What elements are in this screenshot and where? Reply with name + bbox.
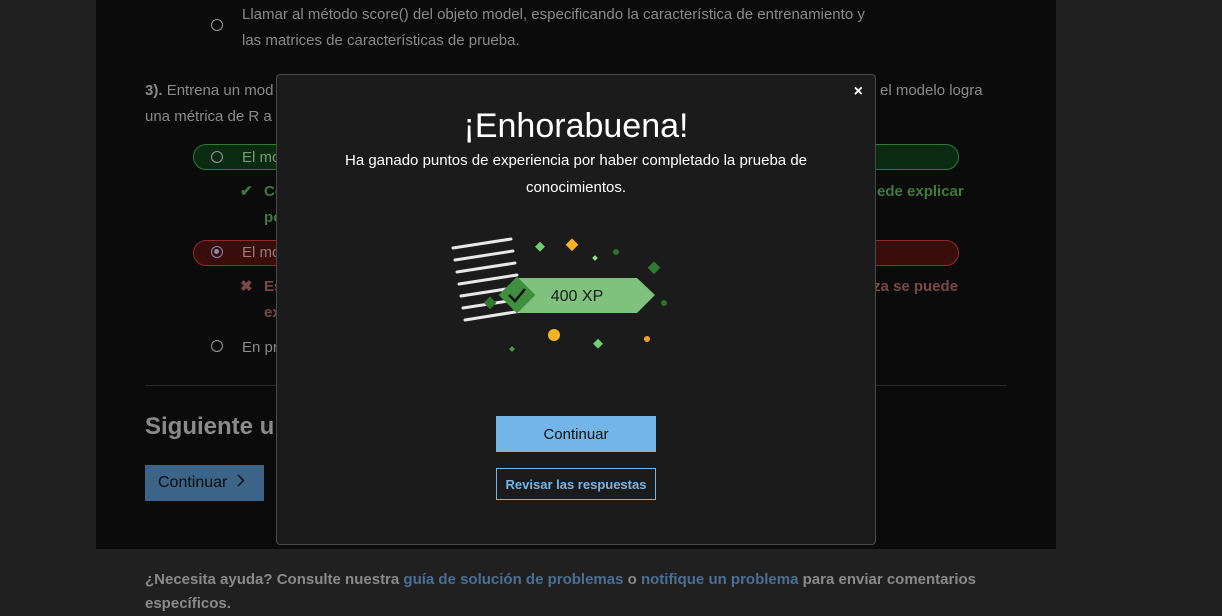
x-icon: ✖ (240, 278, 253, 295)
troubleshooting-link[interactable]: guía de solución de problemas (403, 571, 623, 588)
chevron-right-icon (237, 474, 245, 492)
q3-stem-line2: una métrica de R a (145, 108, 272, 125)
xp-label: 400 XP (551, 288, 603, 305)
next-unit-continue-button[interactable]: Continuar (145, 465, 264, 501)
q2-option-text-line2: las matrices de características de prueb… (242, 32, 520, 49)
help-footer: ¿Necesita ayuda? Consulte nuestra guía d… (145, 568, 1015, 616)
q3-stem-left: Entrena un mod (166, 82, 274, 99)
radio-option-q2[interactable] (211, 19, 223, 31)
footer-middle: o (623, 571, 641, 588)
xp-badge-illustration: 400 XP (451, 237, 667, 352)
continue-button[interactable]: Continuar (496, 416, 656, 452)
review-answers-button[interactable]: Revisar las respuestas (496, 468, 656, 500)
q3-stem: 3). Entrena un mod (145, 78, 273, 104)
radio-option-correct[interactable] (211, 151, 223, 163)
next-unit-continue-label: Continuar (158, 474, 228, 491)
option-correct-label: El mo (242, 149, 281, 166)
option-wrong-label: El mo (242, 244, 281, 261)
modal-subtitle: Ha ganado puntos de experiencia por habe… (345, 152, 807, 196)
option-last-label: En pr (242, 339, 278, 356)
feedback-wrong-right: za se puede (873, 278, 959, 295)
next-unit-title: Siguiente ur (145, 413, 284, 440)
radio-option-last[interactable] (211, 340, 223, 352)
check-icon: ✔ (240, 183, 253, 200)
congratulations-modal: × ¡Enhorabuena! Ha ganado puntos de expe… (276, 74, 876, 545)
close-icon[interactable]: × (854, 83, 863, 101)
modal-title: ¡Enhorabuena! (463, 107, 689, 145)
feedback-correct-right: ede explicar (877, 183, 964, 200)
q2-option-text-line1: Llamar al método score() del objeto mode… (242, 6, 865, 23)
q3-stem-right: el modelo logra (880, 82, 983, 99)
footer-prefix: ¿Necesita ayuda? Consulte nuestra (145, 571, 404, 588)
q3-number: 3). (145, 82, 163, 99)
radio-option-wrong[interactable] (211, 246, 223, 258)
speed-lines-icon (451, 237, 523, 322)
report-problem-link[interactable]: notifique un problema (641, 571, 799, 588)
